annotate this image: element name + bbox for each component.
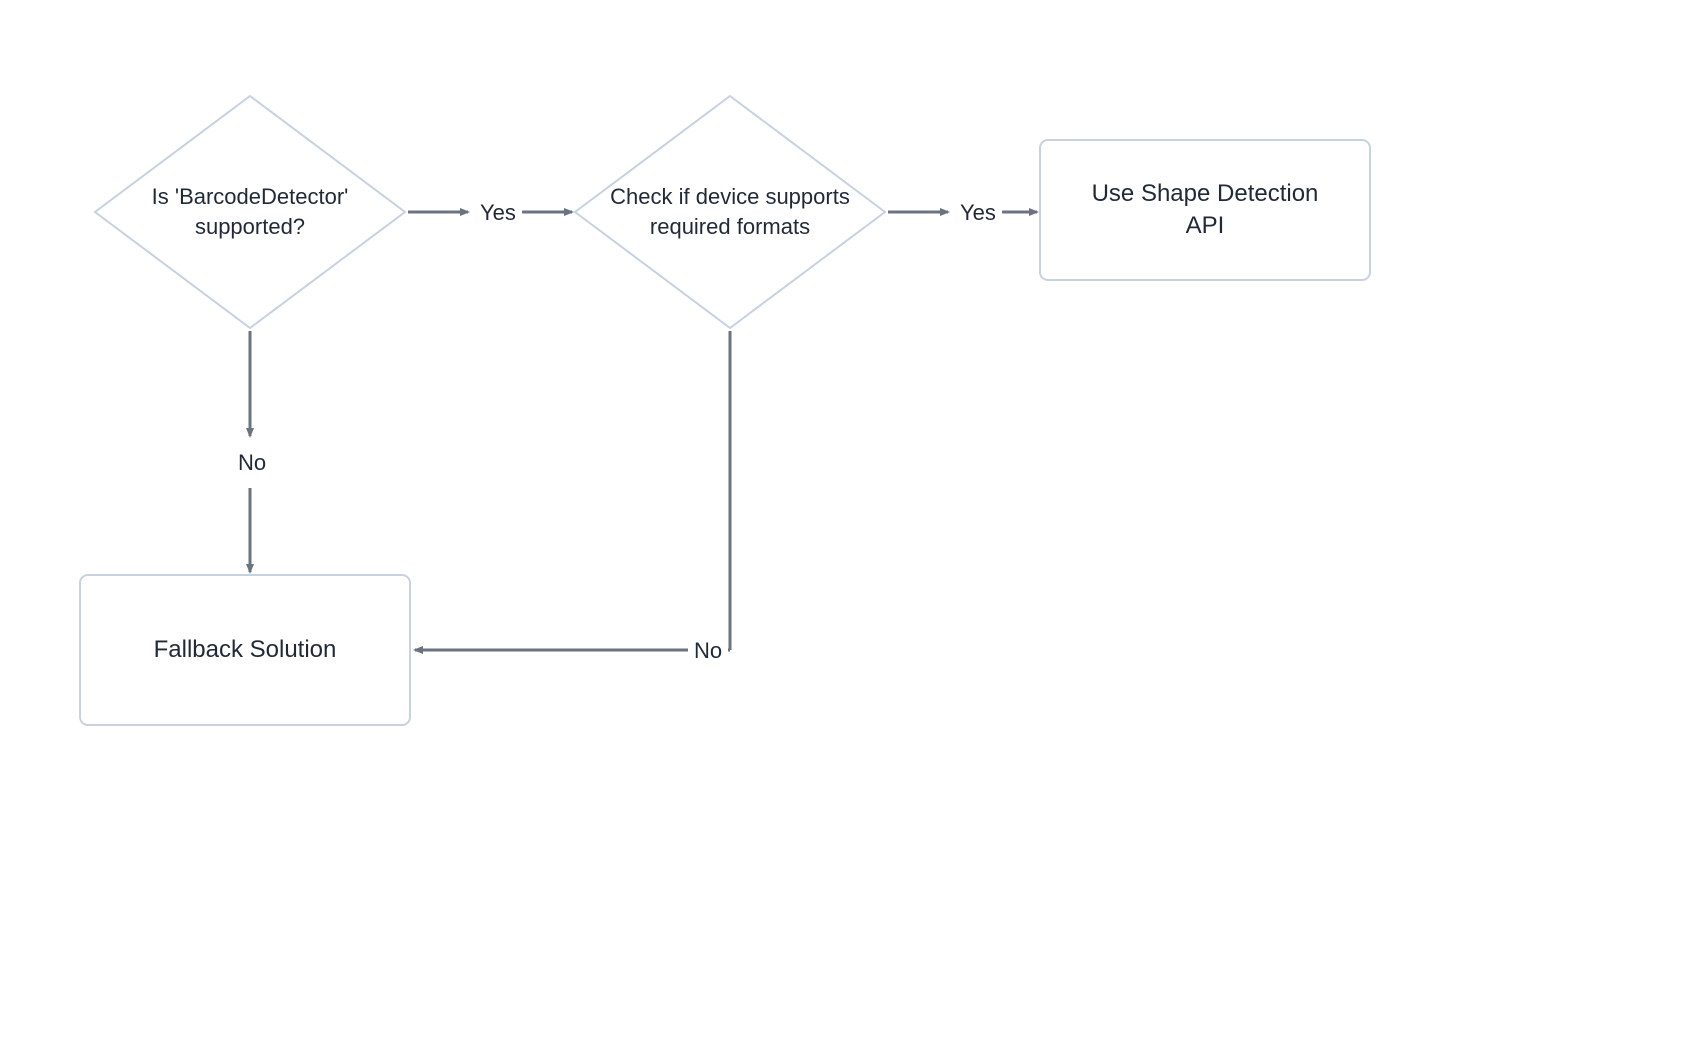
decision-barcodedetector xyxy=(95,96,405,328)
process-fallback-solution xyxy=(80,575,410,725)
decision-device-formats xyxy=(575,96,885,328)
process-shape-detection-api xyxy=(1040,140,1370,280)
flowchart-svg xyxy=(0,0,1700,1058)
flowchart-canvas: Is 'BarcodeDetector' supported? Check if… xyxy=(0,0,1700,1058)
